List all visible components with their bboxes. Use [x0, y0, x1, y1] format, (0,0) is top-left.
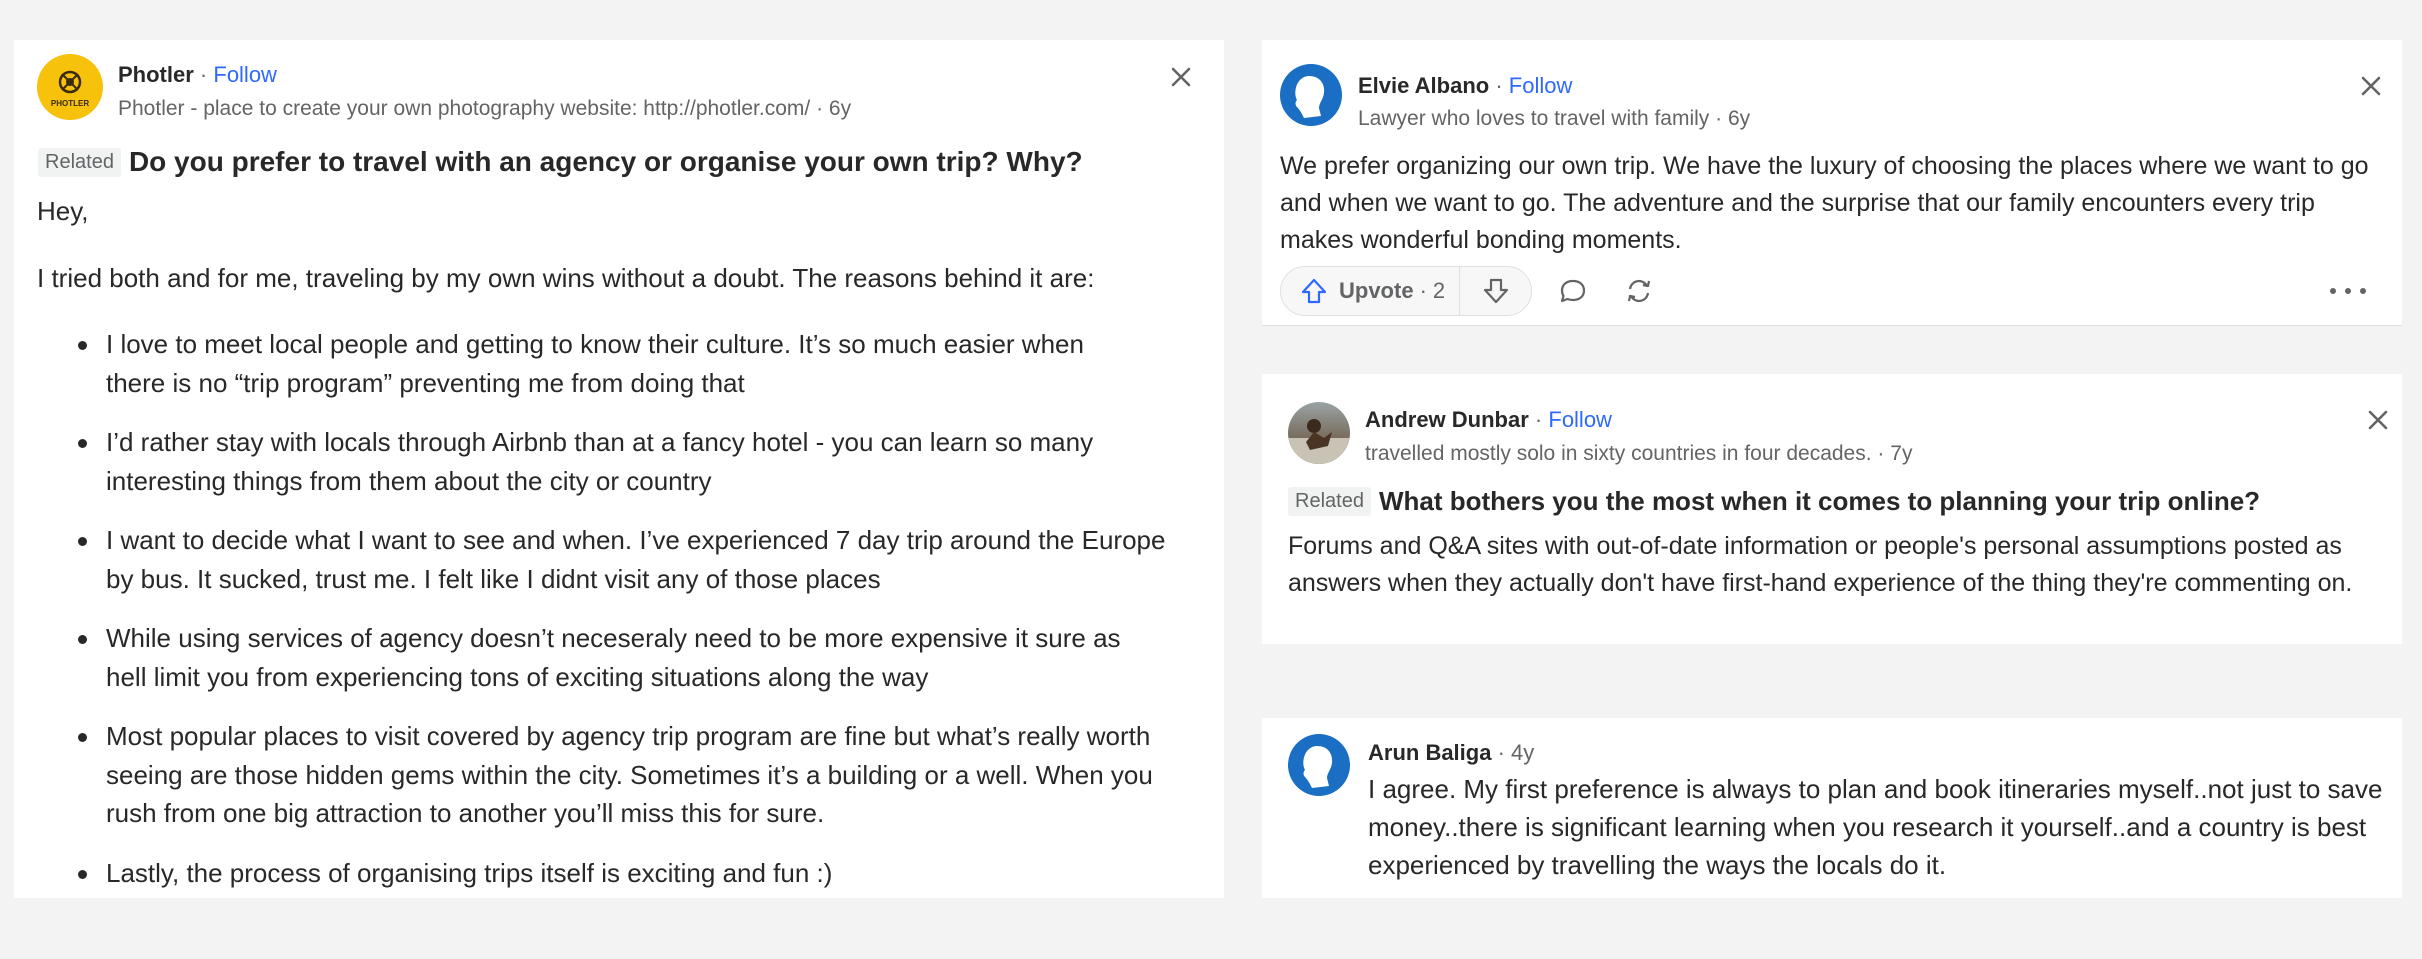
- author-name[interactable]: Andrew Dunbar: [1365, 407, 1529, 432]
- close-button[interactable]: [1166, 62, 1196, 92]
- close-icon: [1171, 67, 1191, 87]
- default-avatar-icon: [1295, 76, 1325, 118]
- share-icon: [1627, 279, 1651, 303]
- related-tag: Related: [1288, 487, 1371, 516]
- post-time[interactable]: 6y: [1728, 107, 1750, 130]
- separator-dot: ·: [1495, 73, 1503, 98]
- follow-button[interactable]: Follow: [213, 62, 277, 87]
- photler-avatar[interactable]: PHOTLER: [37, 54, 103, 120]
- avatar[interactable]: [1280, 64, 1342, 126]
- more-options-button[interactable]: [2330, 278, 2366, 304]
- list-item: I’d rather stay with locals through Airb…: [78, 423, 1192, 500]
- close-icon: [2361, 76, 2381, 96]
- follow-button[interactable]: Follow: [1548, 407, 1612, 432]
- author-line: Arun Baliga · 4y: [1368, 740, 1534, 766]
- separator-dot: ·: [1534, 407, 1543, 432]
- follow-button[interactable]: Follow: [1509, 73, 1573, 98]
- separator-dot: ·: [1497, 740, 1505, 765]
- default-avatar-icon: [1303, 746, 1333, 788]
- author-name[interactable]: Photler: [118, 62, 194, 87]
- list-item: While using services of agency doesn’t n…: [78, 619, 1192, 696]
- comment-button[interactable]: [1556, 274, 1590, 308]
- separator-dot: ·: [1419, 278, 1427, 303]
- photler-answer-card: PHOTLER Photler · Follow Photler - place…: [14, 40, 1224, 898]
- more-icon-dot: [2345, 288, 2351, 294]
- author-credential: Lawyer who loves to travel with family: [1358, 107, 1710, 130]
- comment-text: I agree. My first preference is always t…: [1368, 774, 2383, 880]
- separator-dot: ·: [816, 97, 824, 120]
- list-item: I love to meet local people and getting …: [78, 325, 1192, 402]
- author-line: Andrew Dunbar · Follow: [1365, 407, 1612, 433]
- related-question[interactable]: Related What bothers you the most when it…: [1288, 486, 2260, 517]
- photler-logo-icon: PHOTLER: [51, 70, 89, 108]
- answer-text: Forums and Q&A sites with out-of-date in…: [1288, 532, 2353, 597]
- upvote-label: Upvote: [1339, 278, 1414, 303]
- elvie-answer-card: Elvie Albano · Follow Lawyer who loves t…: [1262, 40, 2402, 326]
- vote-controls: Upvote · 2: [1280, 266, 1532, 316]
- answer-greeting: Hey,: [37, 196, 89, 226]
- avatar[interactable]: [1288, 734, 1350, 796]
- author-line: Photler · Follow: [118, 62, 277, 88]
- related-question[interactable]: Related Do you prefer to travel with an a…: [38, 146, 1083, 178]
- author-credential-line: Lawyer who loves to travel with family ·…: [1358, 107, 1750, 131]
- downvote-icon: [1483, 278, 1508, 304]
- comment-icon: [1560, 279, 1586, 303]
- andrew-answer-card: Andrew Dunbar · Follow travelled mostly …: [1262, 374, 2402, 644]
- author-credential-line: Photler - place to create your own photo…: [118, 97, 851, 121]
- more-icon: [2330, 288, 2336, 294]
- upvote-button[interactable]: Upvote · 2: [1281, 267, 1461, 315]
- author-name[interactable]: Arun Baliga: [1368, 740, 1491, 765]
- post-time[interactable]: 6y: [829, 97, 851, 120]
- list-item: Lastly, the process of organising trips …: [78, 854, 1192, 893]
- answer-intro: I tried both and for me, traveling by my…: [37, 263, 1095, 293]
- profile-photo: [1288, 419, 1350, 464]
- avatar[interactable]: [1288, 402, 1350, 464]
- separator-dot: ·: [199, 62, 208, 87]
- post-time[interactable]: 7y: [1890, 442, 1912, 465]
- related-tag: Related: [38, 148, 121, 177]
- author-credential: Photler - place to create your own photo…: [118, 97, 811, 120]
- author-line: Elvie Albano · Follow: [1358, 73, 1572, 99]
- more-icon-dot: [2360, 288, 2366, 294]
- answer-text: We prefer organizing our own trip. We ha…: [1280, 152, 2369, 254]
- author-credential-line: travelled mostly solo in sixty countries…: [1365, 442, 1912, 466]
- close-button[interactable]: [2363, 405, 2393, 435]
- author-name[interactable]: Elvie Albano: [1358, 73, 1489, 98]
- arun-comment-card: Arun Baliga · 4y I agree. My first prefe…: [1262, 718, 2402, 898]
- photler-logo-text: PHOTLER: [51, 99, 89, 108]
- list-item: I want to decide what I want to see and …: [78, 521, 1192, 598]
- question-title[interactable]: Do you prefer to travel with an agency o…: [129, 146, 1083, 177]
- separator-dot: ·: [1877, 442, 1885, 465]
- list-item: Most popular places to visit covered by …: [78, 717, 1192, 833]
- close-icon: [2368, 410, 2388, 430]
- separator-dot: ·: [1715, 107, 1723, 130]
- upvote-count: 2: [1432, 278, 1446, 303]
- share-button[interactable]: [1622, 274, 1656, 308]
- author-credential: travelled mostly solo in sixty countries…: [1365, 442, 1872, 465]
- question-title[interactable]: What bothers you the most when it comes …: [1379, 486, 2260, 516]
- close-button[interactable]: [2356, 71, 2386, 101]
- reasons-list: I love to meet local people and getting …: [78, 325, 1192, 913]
- upvote-icon: [1301, 278, 1327, 304]
- downvote-button[interactable]: [1460, 267, 1531, 315]
- post-time[interactable]: 4y: [1511, 740, 1534, 765]
